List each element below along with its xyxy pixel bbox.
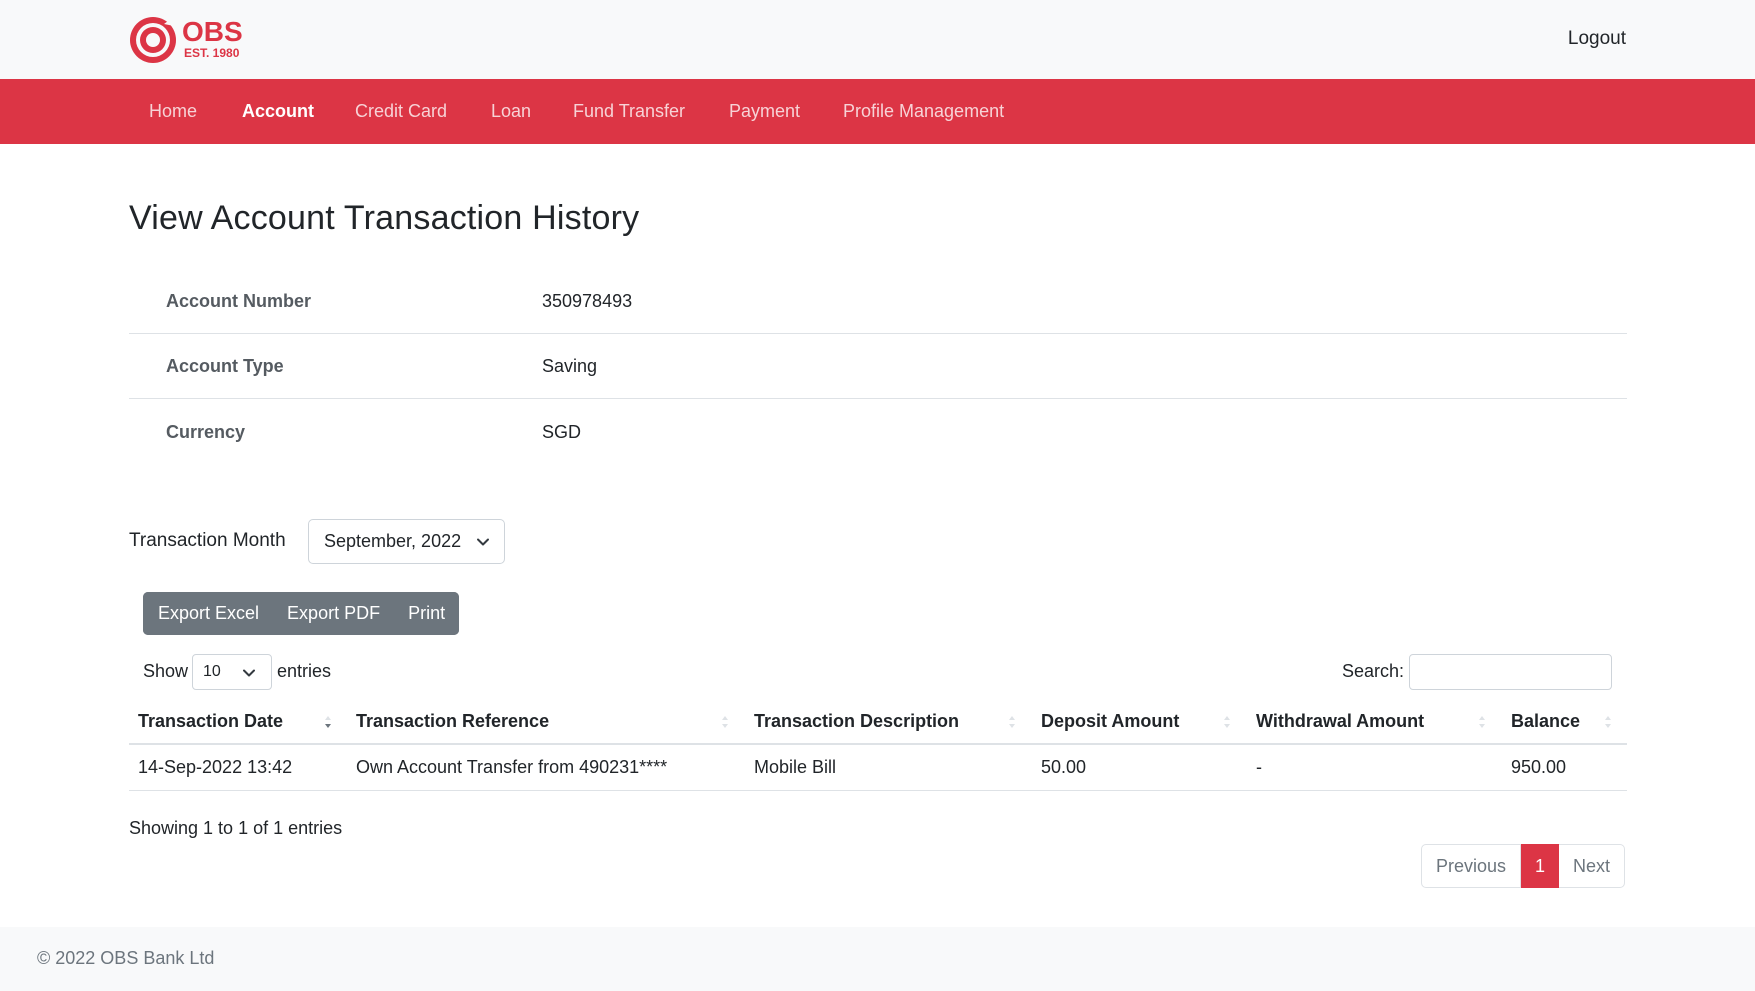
chevron-down-icon: [243, 669, 255, 677]
search-label: Search:: [1342, 661, 1405, 681]
nav-account[interactable]: Account: [242, 79, 314, 144]
brand-logo[interactable]: OBS EST. 1980: [128, 14, 248, 66]
transaction-month-label: Transaction Month: [129, 530, 286, 551]
entries-label: entries: [277, 661, 332, 681]
nav-loan[interactable]: Loan: [491, 79, 531, 144]
table-info: Showing 1 to 1 of 1 entries: [129, 818, 343, 838]
currency-label: Currency: [166, 422, 246, 442]
logout-link[interactable]: Logout: [1568, 28, 1626, 50]
search-input[interactable]: [1409, 654, 1612, 690]
column-header-deposit-amount[interactable]: Deposit Amount: [1041, 700, 1179, 743]
cell-deposit-amount: 50.00: [1041, 757, 1087, 777]
column-header-transaction-date[interactable]: Transaction Date: [138, 700, 283, 743]
brand-name: OBS: [182, 16, 243, 47]
copyright-text: © 2022 OBS Bank Ltd: [37, 948, 215, 968]
export-pdf-button[interactable]: Export PDF: [273, 592, 395, 635]
nav-home[interactable]: Home: [149, 79, 197, 144]
sort-arrows-icon: [1479, 716, 1485, 728]
target-ring-icon: [130, 17, 176, 63]
page-title: View Account Transaction History: [129, 199, 640, 237]
column-header-withdrawal-amount[interactable]: Withdrawal Amount: [1256, 700, 1424, 743]
column-header-transaction-description[interactable]: Transaction Description: [754, 700, 959, 743]
show-label: Show: [143, 661, 189, 681]
sort-arrows-icon: [1224, 716, 1230, 728]
export-button-group: Export Excel Export PDF Print: [143, 592, 460, 635]
cell-transaction-date: 14-Sep-2022 13:42: [138, 757, 293, 777]
account-type-label: Account Type: [166, 356, 284, 376]
export-excel-button[interactable]: Export Excel: [143, 592, 274, 635]
cell-transaction-reference: Own Account Transfer from 490231****: [356, 757, 668, 777]
nav-fund-transfer[interactable]: Fund Transfer: [573, 79, 685, 144]
column-header-transaction-reference[interactable]: Transaction Reference: [356, 700, 549, 743]
pagination-next[interactable]: Next: [1559, 844, 1626, 888]
cell-transaction-description: Mobile Bill: [754, 757, 837, 777]
page-footer: © 2022 OBS Bank Ltd: [0, 927, 1755, 991]
currency-value: SGD: [542, 422, 582, 442]
nav-payment[interactable]: Payment: [729, 79, 800, 144]
page-length-value: 10: [203, 663, 221, 680]
account-number-row: Account Number 350978493: [129, 268, 1627, 334]
account-number-value: 350978493: [542, 291, 633, 311]
account-number-label: Account Number: [166, 291, 312, 311]
pagination: Previous 1 Next: [1421, 844, 1626, 888]
transaction-month-select[interactable]: September, 2022: [308, 519, 505, 564]
chevron-down-icon: [477, 538, 489, 546]
pagination-previous[interactable]: Previous: [1421, 844, 1522, 888]
cell-balance: 950.00: [1511, 757, 1567, 777]
account-type-value: Saving: [542, 356, 598, 376]
print-button[interactable]: Print: [394, 592, 460, 635]
pagination-page-1[interactable]: 1: [1521, 844, 1560, 888]
sort-arrows-icon: [1009, 716, 1015, 728]
nav-profile-management[interactable]: Profile Management: [843, 79, 1004, 144]
account-type-row: Account Type Saving: [129, 333, 1627, 399]
cell-withdrawal-amount: -: [1256, 757, 1262, 777]
table-header-divider: [129, 743, 1627, 745]
sort-arrows-icon: [325, 716, 331, 728]
column-header-balance[interactable]: Balance: [1511, 700, 1580, 743]
main-nav: Home Account Credit Card Loan Fund Trans…: [0, 79, 1755, 144]
sort-arrows-icon: [1605, 716, 1611, 728]
logo-text: OBS EST. 1980: [182, 16, 243, 61]
table-row-divider: [129, 790, 1627, 791]
currency-row: Currency SGD: [129, 399, 1627, 465]
nav-credit-card[interactable]: Credit Card: [355, 79, 447, 144]
transaction-month-value: September, 2022: [324, 531, 462, 551]
top-header: OBS EST. 1980 Logout: [0, 0, 1755, 79]
sort-arrows-icon: [722, 716, 728, 728]
page-length-select[interactable]: 10: [192, 654, 272, 690]
brand-tagline: EST. 1980: [184, 46, 240, 60]
